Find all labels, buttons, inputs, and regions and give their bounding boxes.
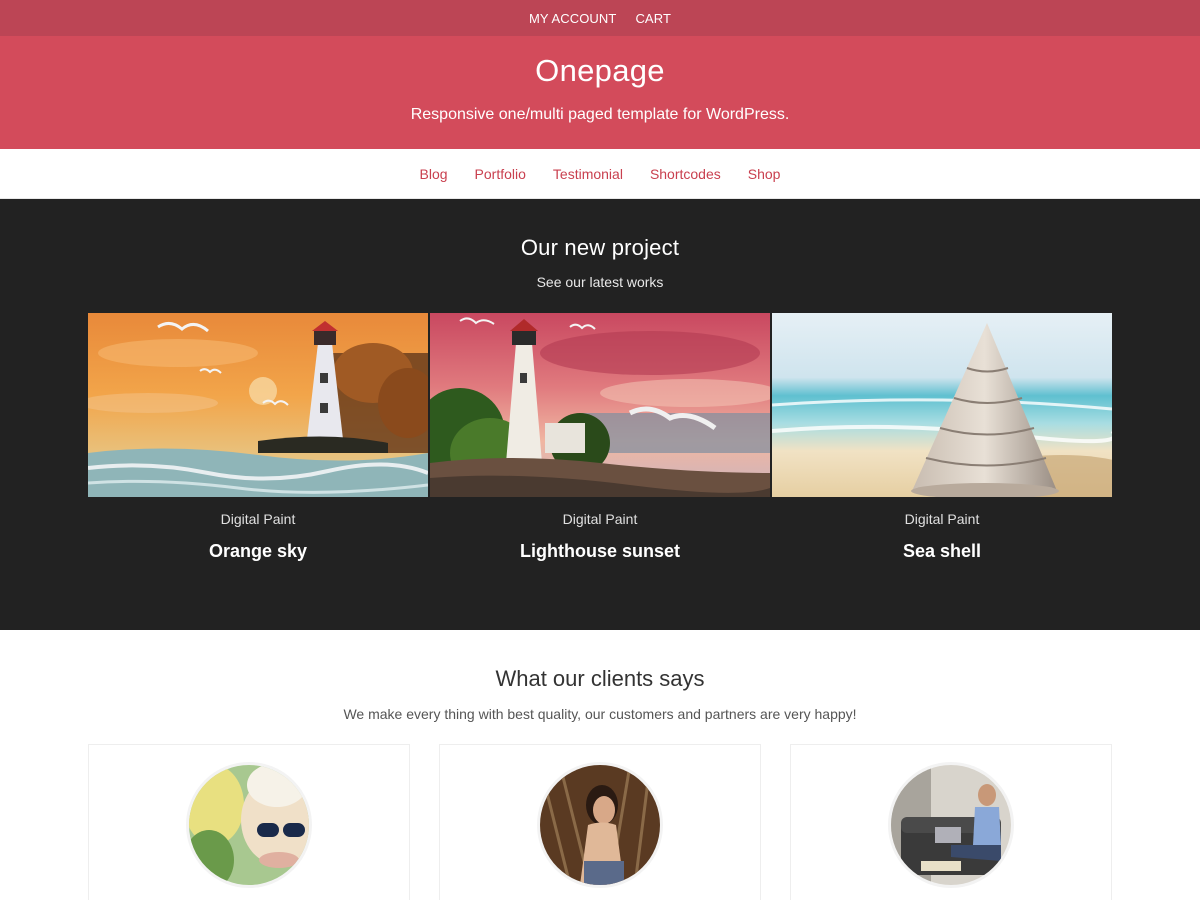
- main-nav: Blog Portfolio Testimonial Shortcodes Sh…: [0, 149, 1200, 199]
- project-category[interactable]: Digital Paint: [430, 511, 770, 527]
- project-category[interactable]: Digital Paint: [772, 511, 1112, 527]
- project-image-orange-sky[interactable]: [88, 313, 428, 497]
- projects-title: Our new project: [520, 235, 680, 260]
- testimonials-subtitle: We make every thing with best quality, o…: [343, 706, 857, 722]
- nav-item-testimonial[interactable]: Testimonial: [553, 166, 623, 182]
- client-avatar: [186, 762, 312, 888]
- project-captions: Digital Paint Orange sky Digital Paint L…: [88, 511, 1112, 562]
- client-avatar: [537, 762, 663, 888]
- testimonials-section: What our clients says We make every thin…: [0, 630, 1200, 900]
- nav-item-shortcodes[interactable]: Shortcodes: [650, 166, 721, 182]
- projects-subtitle: See our latest works: [536, 274, 664, 290]
- testimonial-cards: [88, 744, 1112, 900]
- project-name[interactable]: Orange sky: [88, 541, 428, 562]
- project-caption: Digital Paint Lighthouse sunset: [430, 511, 770, 562]
- testimonial-card: [439, 744, 761, 900]
- client-photo-woman-forest: [540, 765, 660, 885]
- project-image-lighthouse-sunset[interactable]: [430, 313, 770, 497]
- projects-section: Our new project See our latest works Dig…: [0, 199, 1200, 630]
- site-description: Responsive one/multi paged template for …: [410, 106, 790, 123]
- orange-sky-painting: [88, 313, 428, 497]
- project-name[interactable]: Lighthouse sunset: [430, 541, 770, 562]
- top-bar: MY ACCOUNT CART: [0, 0, 1200, 36]
- project-name[interactable]: Sea shell: [772, 541, 1112, 562]
- testimonials-title: What our clients says: [495, 666, 705, 691]
- project-category[interactable]: Digital Paint: [88, 511, 428, 527]
- my-account-link[interactable]: MY ACCOUNT: [529, 11, 616, 26]
- nav-item-portfolio[interactable]: Portfolio: [475, 166, 526, 182]
- testimonial-card: [790, 744, 1112, 900]
- project-caption: Digital Paint Orange sky: [88, 511, 428, 562]
- project-gallery: [88, 313, 1112, 497]
- client-photo-man-laptop: [891, 765, 1011, 885]
- cart-link[interactable]: CART: [635, 11, 671, 26]
- client-avatar: [888, 762, 1014, 888]
- project-caption: Digital Paint Sea shell: [772, 511, 1112, 562]
- project-image-sea-shell[interactable]: [772, 313, 1112, 497]
- client-photo-woman-sunglasses: [189, 765, 309, 885]
- lighthouse-sunset-painting: [430, 313, 770, 497]
- nav-item-shop[interactable]: Shop: [748, 166, 781, 182]
- nav-item-blog[interactable]: Blog: [420, 166, 448, 182]
- testimonial-card: [88, 744, 410, 900]
- site-header: Onepage Responsive one/multi paged templ…: [0, 36, 1200, 149]
- sea-shell-photo: [772, 313, 1112, 497]
- site-title[interactable]: Onepage: [535, 53, 665, 89]
